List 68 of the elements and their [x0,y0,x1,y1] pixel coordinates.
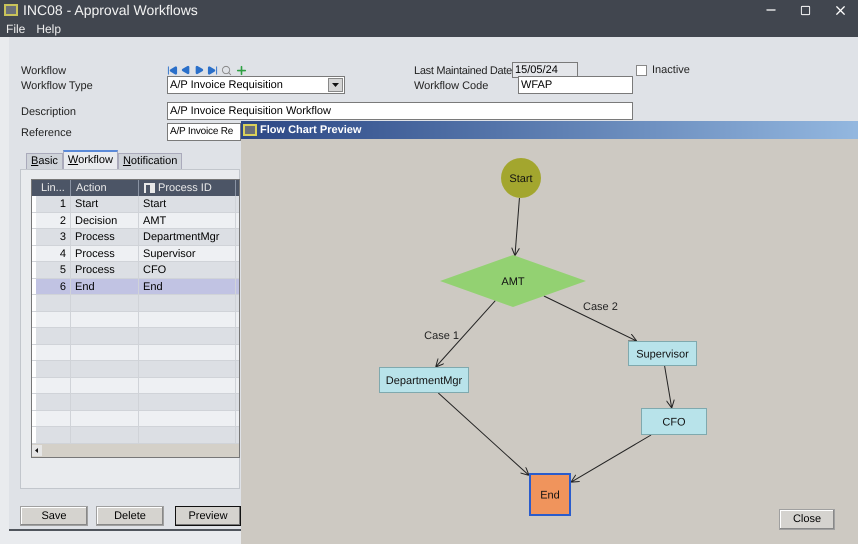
preview-title: Flow Chart Preview [260,122,362,138]
table-cell: 6 [36,278,71,294]
table-cell: Process [71,229,139,244]
key-column-icon [144,183,155,193]
action-button[interactable]: Preview [175,506,241,526]
table-cell: AMT [139,212,236,228]
field-label: Reference [21,127,72,139]
table-cell: Start [139,196,236,212]
menu-item[interactable]: Help [36,20,62,38]
scroll-left-icon[interactable] [32,444,42,456]
field-label: Workflow [21,65,66,77]
connector-arrow [511,197,520,256]
add-icon[interactable] [235,64,248,76]
start-node: Start [501,158,541,198]
process-node: CFO [641,408,707,435]
process-node: DepartmentMgr [379,367,469,393]
last-record-icon[interactable] [207,64,218,76]
table-cell: End [71,278,139,294]
table-row[interactable]: 1 Start Start [32,196,239,212]
next-record-icon[interactable] [194,65,204,75]
end-node: End [529,473,571,516]
table-cell: End [139,278,236,294]
app-icon [4,4,18,16]
workflow-code-field[interactable]: WFAP [518,76,633,94]
table-cell: Process [71,262,139,278]
tab[interactable]: Notification [118,153,182,169]
table-row[interactable]: 4 Process Supervisor [32,246,239,262]
table-cell: Process [71,246,139,261]
edge-label: Case 2 [583,301,618,313]
menu-item[interactable]: File [6,20,26,38]
search-icon[interactable] [221,64,232,76]
field-label: Workflow Code [414,80,488,92]
horizontal-scrollbar[interactable] [32,444,239,456]
workflow-type-dropdown[interactable]: A/P Invoice Requisition [167,76,345,94]
edge-label: Case 1 [424,330,459,342]
close-button[interactable]: Close [779,509,835,530]
action-button[interactable]: Save [20,506,88,526]
table-cell: Start [71,196,139,212]
table-row[interactable]: 6 End End [32,278,239,295]
maximize-icon[interactable] [800,4,811,16]
process-node: Supervisor [628,341,697,366]
action-button[interactable]: Delete [96,506,164,526]
connector-arrow [664,366,675,408]
table-cell: DepartmentMgr [139,229,236,244]
previous-record-icon[interactable] [181,65,191,75]
table-cell: Supervisor [139,246,236,261]
tab[interactable]: Workflow [62,150,118,169]
table-cell: 5 [36,262,71,278]
field-label: Description [21,106,76,118]
dropdown-arrow-icon [332,83,339,87]
table-cell: CFO [139,262,236,278]
table-row[interactable]: 2 Decision AMT [32,212,239,229]
reference-field[interactable]: A/P Invoice Re [167,123,241,141]
app-icon [243,124,257,136]
window-title: INC08 - Approval Workflows [23,0,198,20]
field-label: Last Maintained Date [414,65,512,77]
field-label: Inactive [652,62,690,78]
first-record-icon[interactable] [167,64,178,76]
field-label: Workflow Type [21,80,93,92]
table-cell: 2 [36,212,71,228]
table-row[interactable]: 5 Process CFO [32,262,239,278]
table-cell: 1 [36,196,71,212]
tab[interactable]: Basic [26,153,63,169]
table-row[interactable]: 3 Process DepartmentMgr [32,229,239,246]
table-cell: Decision [71,212,139,228]
description-field[interactable]: A/P Invoice Requisition Workflow [167,102,633,120]
table-cell: 3 [36,229,71,244]
table-cell: 4 [36,246,71,261]
